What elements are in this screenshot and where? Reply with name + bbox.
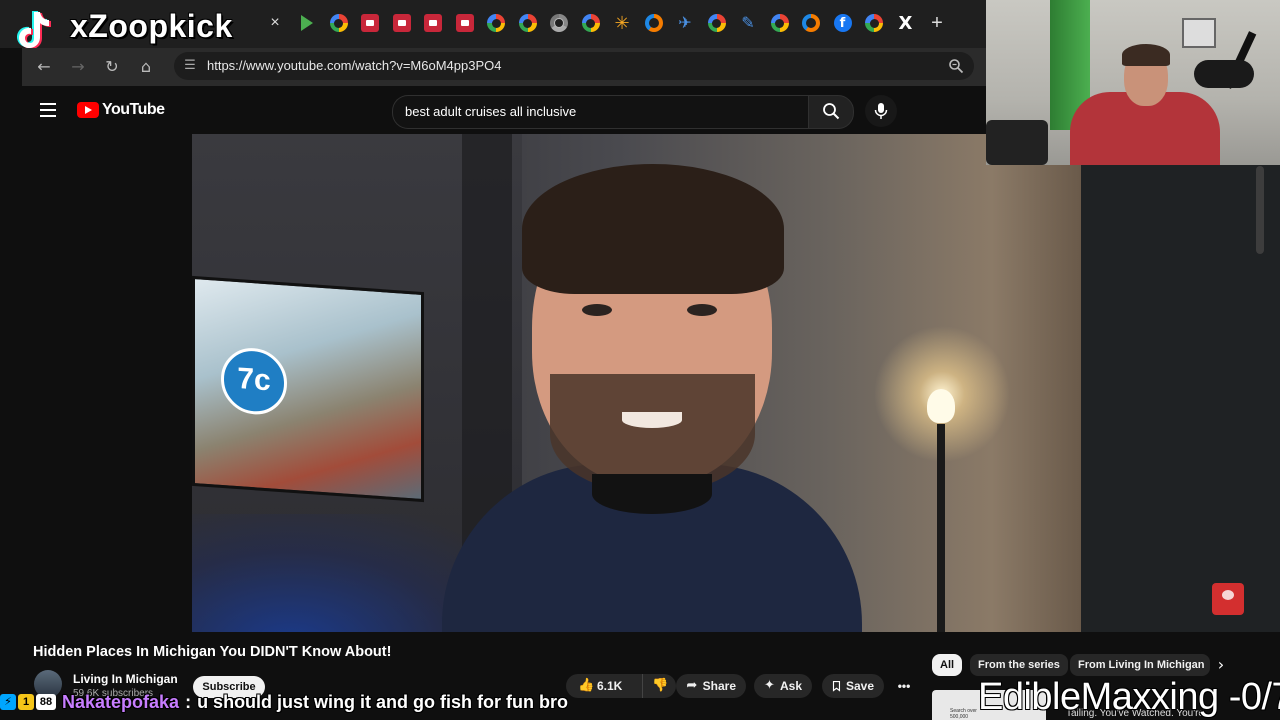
more-actions-button[interactable]: ••• [892, 674, 916, 698]
streamer-webcam [986, 0, 1280, 165]
ask-button[interactable]: ✦ Ask [754, 674, 812, 698]
tier-one-badge: 1 [18, 694, 34, 710]
chat-message: ⚡ 1 88 Nakatepofaka : u should just wing… [0, 689, 568, 715]
lamp-stand [937, 424, 945, 632]
video-title: Hidden Places In Michigan You DIDN'T Kno… [33, 644, 392, 660]
reload-icon[interactable]: ↻ [102, 57, 122, 77]
app-tab-icon[interactable] [644, 14, 663, 32]
streamer-name: xZoopkick [70, 8, 233, 44]
tab-strip: ✳ ✈ ✎ f X + [298, 12, 946, 34]
lamp-bulb [927, 389, 955, 423]
plane-tab-icon[interactable]: ✈ [676, 14, 694, 32]
video-tab-icon[interactable] [455, 14, 474, 32]
channel-logo-on-tv: 7c [221, 345, 287, 417]
play-tab-icon[interactable] [298, 14, 316, 32]
youtube-header: YouTube best adult cruises all inclusive… [22, 86, 986, 134]
badge-88: 88 [36, 694, 56, 710]
site-info-icon[interactable]: ☰ [182, 58, 198, 74]
search-input[interactable]: best adult cruises all inclusive ✕ [392, 95, 834, 129]
hamburger-menu-icon[interactable] [40, 103, 56, 117]
asterisk-tab-icon[interactable]: ✳ [613, 13, 631, 33]
youtube-play-logo-icon [77, 102, 99, 118]
presenter-figure [442, 164, 862, 632]
save-label: Save [845, 679, 874, 693]
chat-separator: : [185, 691, 192, 712]
like-dislike-group: 👍 6.1K 👎 [566, 674, 676, 698]
chip-from-channel[interactable]: From Living In Michigan [1070, 654, 1210, 676]
zoom-icon[interactable] [948, 58, 964, 74]
search-icon [823, 103, 840, 120]
back-arrow-icon[interactable]: ← [34, 57, 54, 77]
background-tv-screen: 7c [192, 275, 424, 503]
stream-overlay-counter: EdibleMaxxing -0/7 [978, 676, 1280, 718]
chip-from-the-series[interactable]: From the series [970, 654, 1068, 676]
page-scrollbar[interactable] [1256, 166, 1264, 254]
sparkle-icon: ✦ [764, 678, 775, 693]
chip-all[interactable]: All [932, 654, 963, 676]
player-side-area [1081, 134, 1280, 632]
video-tab-icon[interactable] [361, 14, 379, 32]
facebook-tab-icon[interactable]: f [833, 14, 852, 32]
voice-search-button[interactable] [865, 95, 897, 127]
google-tab-icon[interactable] [707, 14, 726, 32]
ask-label: Ask [779, 679, 802, 693]
like-button[interactable]: 👍 6.1K [566, 674, 637, 698]
bookmark-icon [832, 680, 841, 692]
home-icon[interactable]: ⌂ [136, 57, 156, 77]
google-tab-icon[interactable] [329, 14, 348, 32]
url-text: https://www.youtube.com/watch?v=M6oM4pp3… [207, 58, 502, 73]
youtube-logo-text: YouTube [102, 101, 165, 118]
youtube-logo[interactable]: YouTube [77, 101, 165, 119]
tab-close-icon[interactable]: × [266, 14, 284, 32]
new-tab-plus-icon[interactable]: + [928, 12, 946, 34]
microphone-icon [874, 103, 888, 119]
chevron-right-icon[interactable]: › [1212, 656, 1230, 674]
url-field[interactable]: ☰ https://www.youtube.com/watch?v=M6oM4p… [174, 52, 974, 80]
dislike-button[interactable]: 👎 [641, 674, 676, 698]
like-count: 6.1K [597, 679, 623, 693]
chat-username: Nakatepofaka [62, 691, 180, 712]
share-button[interactable]: ➦ Share [676, 674, 746, 698]
google-tab-icon[interactable] [487, 14, 505, 32]
google-tab-icon[interactable] [581, 14, 600, 32]
address-bar-row: ← → ↻ ⌂ ☰ https://www.youtube.com/watch?… [22, 48, 986, 86]
search-button[interactable] [808, 95, 854, 129]
share-arrow-icon: ➦ [686, 678, 698, 693]
search-query-text: best adult cruises all inclusive [405, 104, 577, 119]
tiktok-logo-icon [17, 11, 51, 49]
save-button[interactable]: Save [822, 674, 884, 698]
chat-message-text: u should just wing it and go fish for fu… [197, 691, 569, 712]
video-tab-icon[interactable] [392, 14, 411, 32]
video-player[interactable]: 7c [192, 134, 1081, 632]
app-tab-icon[interactable] [802, 14, 820, 32]
channel-name[interactable]: Living In Michigan [73, 672, 178, 686]
pen-tab-icon[interactable]: ✎ [739, 14, 757, 32]
thumbs-down-icon: 👎 [652, 678, 669, 693]
thumbnail-caption: Search over 500,000 [950, 708, 977, 720]
bolt-badge-icon: ⚡ [0, 694, 16, 710]
thumbs-up-icon: 👍 [578, 678, 595, 693]
google-tab-icon[interactable] [518, 14, 537, 32]
x-tab-icon[interactable]: X [897, 13, 915, 34]
google-tab-icon[interactable] [865, 14, 883, 32]
forward-arrow-icon[interactable]: → [68, 57, 88, 77]
google-tab-icon[interactable] [770, 14, 789, 32]
chrome-tab-icon[interactable] [550, 14, 568, 32]
subscribe-watermark-icon[interactable] [1212, 583, 1244, 615]
video-tab-icon[interactable] [424, 14, 442, 32]
more-dots-icon: ••• [897, 679, 911, 693]
share-label: Share [702, 679, 736, 693]
